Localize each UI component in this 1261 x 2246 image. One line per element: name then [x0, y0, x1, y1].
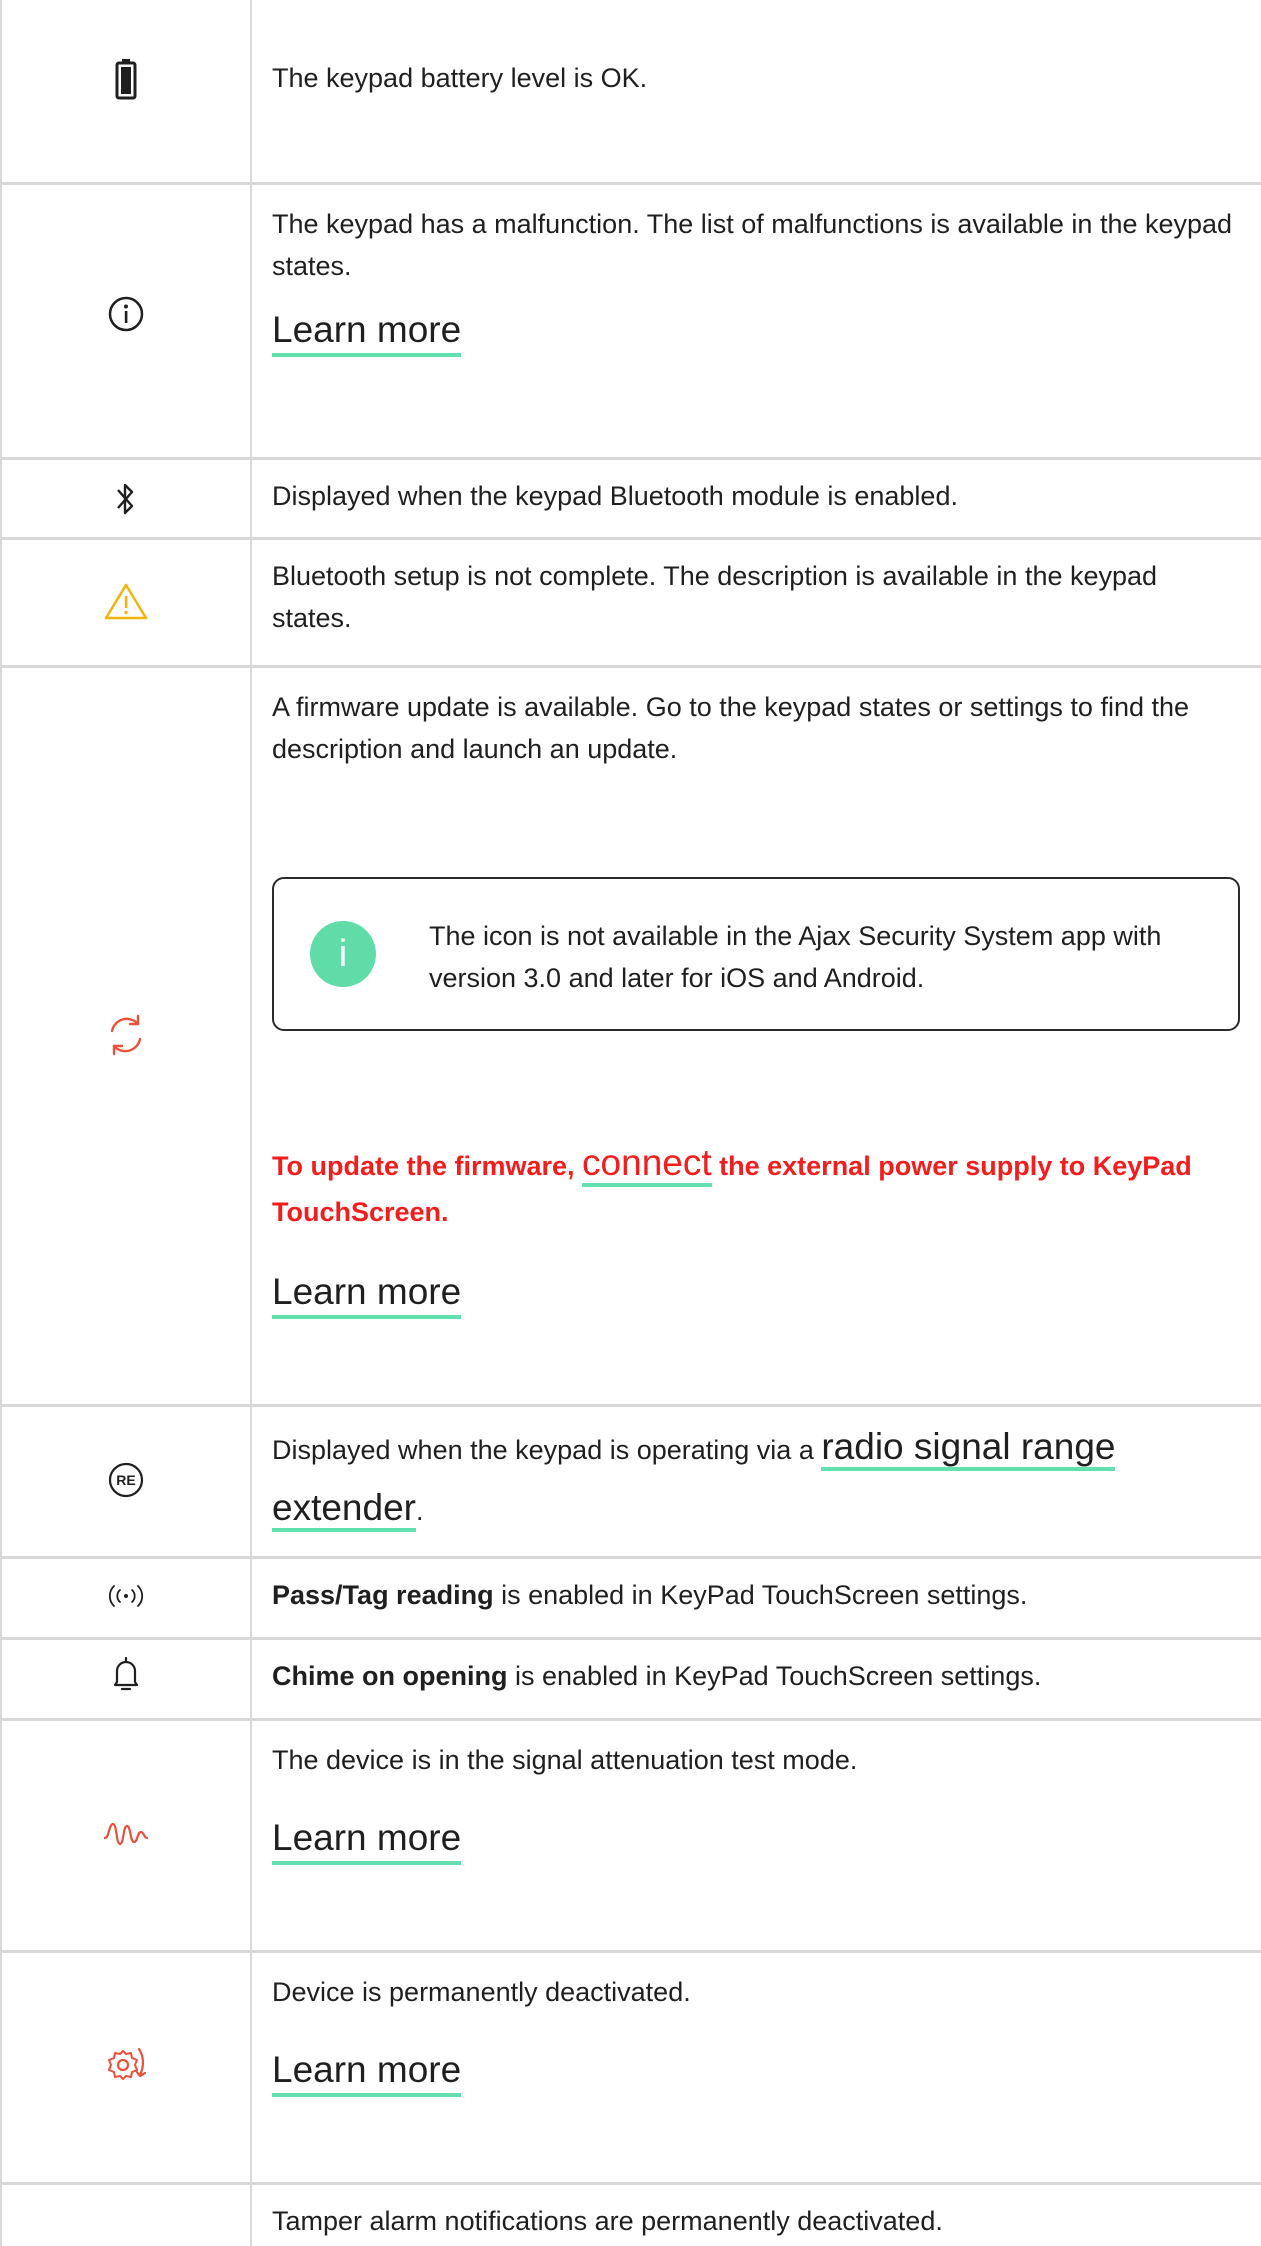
- range-extender-label: RE: [116, 1472, 135, 1488]
- row-description: The keypad battery level is OK.: [272, 63, 648, 93]
- row-description: Tamper alarm notifications are permanent…: [272, 2206, 943, 2236]
- row-description: Pass/Tag reading is enabled in KeyPad To…: [272, 1574, 1242, 1616]
- note-info-badge: i: [310, 921, 376, 987]
- table-row: RE Displayed when the keypad is operatin…: [0, 1404, 1261, 1556]
- row-description: A firmware update is available. Go to th…: [272, 692, 1190, 764]
- row-description: Displayed when the keypad is operating v…: [272, 1418, 1242, 1540]
- row-text-end: .: [416, 1496, 424, 1526]
- info-note: i The icon is not available in the Ajax …: [272, 877, 1240, 1031]
- table-row: The device is in the signal attenuation …: [0, 1718, 1261, 1950]
- row-text-start: Displayed when the keypad is operating v…: [272, 1435, 822, 1465]
- chime-bell-icon: [0, 1653, 252, 1697]
- note-text: The icon is not available in the Ajax Se…: [429, 921, 1162, 993]
- pass-tag-reading-icon: [0, 1574, 252, 1618]
- setting-name: Pass/Tag reading: [272, 1580, 494, 1610]
- battery-full-icon: [0, 55, 252, 103]
- connect-link[interactable]: connect: [582, 1142, 712, 1187]
- bluetooth-icon: [0, 477, 252, 521]
- table-row: Chime on opening is enabled in KeyPad To…: [0, 1637, 1261, 1718]
- row-description: Displayed when the keypad Bluetooth modu…: [272, 481, 958, 511]
- learn-more-link[interactable]: Learn more: [272, 307, 462, 357]
- table-row: Tamper alarm notifications are permanent…: [0, 2182, 1261, 2246]
- table-row: The keypad battery level is OK.: [0, 0, 1261, 182]
- row-description: The device is in the signal attenuation …: [272, 1745, 858, 1775]
- row-description: Device is permanently deactivated.: [272, 1977, 691, 2007]
- row-text: is enabled in KeyPad TouchScreen setting…: [493, 1580, 1028, 1610]
- table-row: Displayed when the keypad Bluetooth modu…: [0, 457, 1261, 537]
- setting-name: Chime on opening: [272, 1661, 508, 1691]
- info-circle-icon: [0, 292, 252, 336]
- warning-triangle-icon: [0, 579, 252, 623]
- row-description: Bluetooth setup is not complete. The des…: [272, 561, 1158, 633]
- learn-more-link[interactable]: Learn more: [272, 1269, 462, 1319]
- table-row: Bluetooth setup is not complete. The des…: [0, 537, 1261, 665]
- firmware-update-icon: [0, 1013, 252, 1057]
- table-row: Device is permanently deactivated. Learn…: [0, 1950, 1261, 2182]
- row-description: Chime on opening is enabled in KeyPad To…: [272, 1655, 1242, 1697]
- table-row: A firmware update is available. Go to th…: [0, 665, 1261, 1404]
- warning-text-start: To update the firmware,: [272, 1151, 583, 1181]
- row-text: is enabled in KeyPad TouchScreen setting…: [507, 1661, 1042, 1691]
- range-extender-icon: RE: [0, 1458, 252, 1502]
- table-row: The keypad has a malfunction. The list o…: [0, 182, 1261, 457]
- learn-more-link[interactable]: Learn more: [272, 1815, 462, 1865]
- learn-more-link[interactable]: Learn more: [272, 2047, 462, 2097]
- device-deactivated-icon: [0, 2043, 252, 2087]
- firmware-warning: To update the firmware, connect the exte…: [272, 1140, 1242, 1235]
- row-description: The keypad has a malfunction. The list o…: [272, 209, 1233, 281]
- signal-attenuation-icon: [0, 1811, 252, 1855]
- table-row: Pass/Tag reading is enabled in KeyPad To…: [0, 1556, 1261, 1637]
